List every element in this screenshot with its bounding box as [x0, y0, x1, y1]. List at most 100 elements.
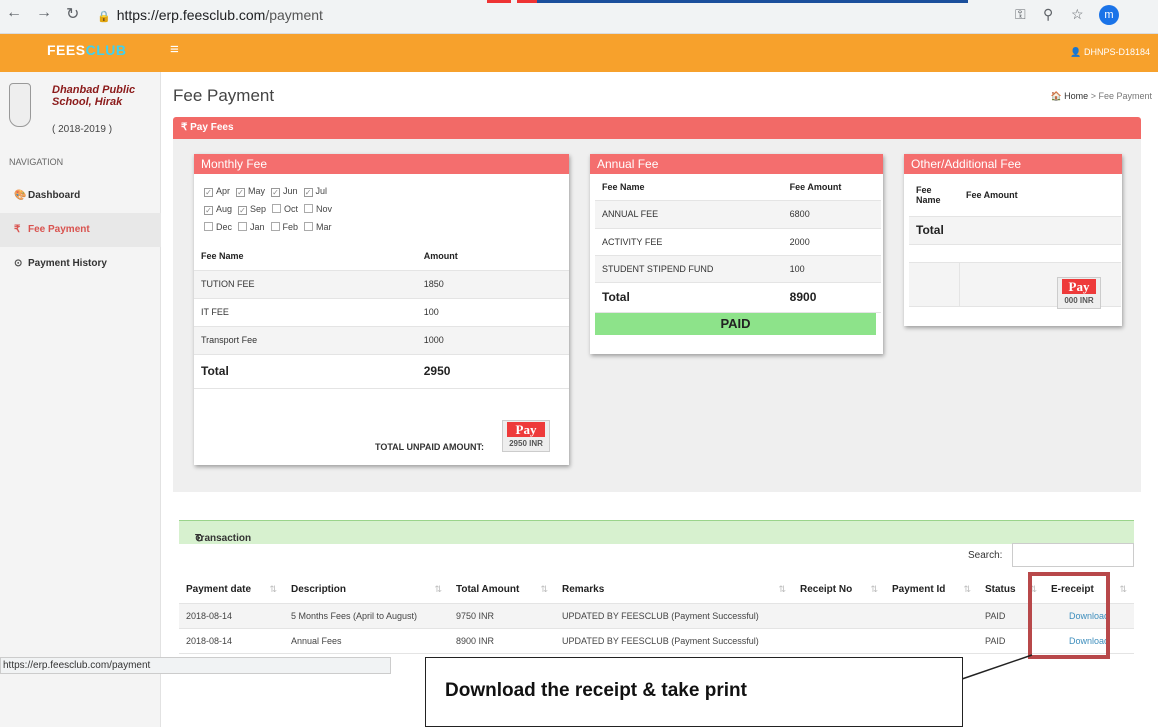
month-checkbox-jul[interactable]: ✓ Jul: [303, 182, 328, 200]
breadcrumb-home[interactable]: Home: [1064, 91, 1088, 101]
month-checkbox-apr[interactable]: ✓ Apr: [204, 182, 230, 200]
col-total-amount[interactable]: Total Amount ⇅: [449, 576, 555, 604]
school-crest-logo: [9, 83, 31, 127]
table-row: STUDENT STIPEND FUND 100: [595, 255, 881, 283]
month-label: Jan: [250, 222, 265, 232]
month-checkboxes: ✓ Apr ✓ May ✓ Jun ✓ Jul ✓ Aug ✓ Sep Oct Nov Dec Jan Feb M…: [194, 174, 569, 236]
checkbox-icon[interactable]: ✓: [236, 188, 246, 197]
home-icon: 🏠: [1050, 91, 1065, 101]
sort-icon[interactable]: ⇅: [434, 584, 442, 595]
sidebar-item-label: Fee Payment: [28, 224, 90, 235]
reload-icon[interactable]: ↻: [66, 4, 79, 24]
payment-id: [885, 603, 978, 629]
sort-icon[interactable]: ⇅: [778, 584, 786, 595]
month-label: Oct: [284, 204, 299, 214]
col-fee-name: Fee Name: [909, 174, 959, 217]
bookmark-star-icon[interactable]: ☆: [1071, 6, 1084, 23]
description: Annual Fees: [284, 628, 449, 654]
total-value: [959, 216, 1121, 245]
sort-icon[interactable]: ⇅: [1119, 584, 1127, 595]
payment-date: 2018-08-14: [179, 603, 284, 629]
menu-toggle-icon[interactable]: ≡: [170, 41, 179, 58]
fee-amount: 100: [782, 255, 881, 283]
checkbox-icon[interactable]: ✓: [271, 188, 281, 197]
col-remarks[interactable]: Remarks ⇅: [555, 576, 793, 604]
checkbox-icon[interactable]: ✓: [204, 188, 213, 197]
pay-fees-title: ₹ Pay Fees: [181, 122, 234, 133]
transaction-history-header: ⊙ Transaction History: [179, 520, 1134, 555]
month-checkbox-mar[interactable]: Mar: [304, 218, 332, 236]
school-name: Dhanbad Public School, Hirak: [52, 84, 136, 108]
session-year: ( 2018-2019 ): [52, 124, 113, 135]
annual-fee-title: Annual Fee: [590, 154, 883, 174]
month-checkbox-oct[interactable]: Oct: [272, 200, 298, 218]
month-checkbox-may[interactable]: ✓ May: [236, 182, 265, 200]
fee-amount: 100: [416, 298, 569, 327]
description: 5 Months Fees (April to August): [284, 603, 449, 629]
user-menu[interactable]: 👤 DHNPS-D18184: [1070, 47, 1150, 58]
remarks: UPDATED BY FEESCLUB (Payment Successful): [555, 603, 793, 629]
checkbox-icon[interactable]: [304, 204, 314, 213]
total-value: 8900: [782, 282, 881, 313]
sort-icon[interactable]: ⇅: [963, 584, 971, 595]
checkbox-icon[interactable]: ✓: [204, 206, 213, 215]
key-icon[interactable]: ⚿: [1015, 6, 1026, 23]
pay-label: Pay: [1062, 279, 1096, 294]
checkbox-icon[interactable]: [304, 222, 314, 231]
sidebar-item-payment-history[interactable]: ⊙ Payment History: [0, 247, 161, 281]
paid-status-badge: PAID: [595, 312, 876, 335]
month-checkbox-sep[interactable]: ✓ Sep: [238, 200, 266, 218]
fee-name: Transport Fee: [194, 326, 417, 355]
address-bar[interactable]: 🔒 https://erp.feesclub.com/payment: [97, 4, 997, 26]
zoom-icon[interactable]: ⚲: [1043, 6, 1053, 23]
checkbox-icon[interactable]: [238, 222, 248, 231]
month-checkbox-jun[interactable]: ✓ Jun: [271, 182, 298, 200]
month-label: Jul: [315, 186, 328, 196]
sidebar-item-fee-payment[interactable]: ₹ Fee Payment: [0, 213, 161, 247]
checkbox-icon[interactable]: ✓: [238, 206, 248, 215]
month-checkbox-dec[interactable]: Dec: [204, 218, 232, 236]
sidebar-item-dashboard[interactable]: 🎨 Dashboard: [0, 179, 161, 213]
table-row: ACTIVITY FEE 2000: [595, 228, 881, 256]
search-input[interactable]: [1012, 543, 1134, 567]
sidebar-item-label: Dashboard: [28, 190, 81, 201]
checkbox-icon[interactable]: [272, 204, 282, 213]
remarks: UPDATED BY FEESCLUB (Payment Successful): [555, 628, 793, 654]
col-payment-id[interactable]: Payment Id ⇅: [885, 576, 978, 604]
sort-icon[interactable]: ⇅: [269, 584, 277, 595]
checkbox-icon[interactable]: ✓: [303, 188, 313, 197]
browser-tab-strip: [537, 0, 968, 3]
total-label: Total: [909, 216, 959, 245]
col-label: Description: [291, 583, 347, 595]
receipt-no: [793, 603, 885, 629]
sort-icon[interactable]: ⇅: [540, 584, 548, 595]
sort-icon[interactable]: ⇅: [870, 584, 878, 595]
col-payment-date[interactable]: Payment date ⇅: [179, 576, 284, 604]
table-row: 2018-08-14 Annual Fees 8900 INR UPDATED …: [179, 628, 1134, 654]
profile-avatar[interactable]: m: [1099, 5, 1119, 25]
month-checkbox-nov[interactable]: Nov: [304, 200, 332, 218]
col-description[interactable]: Description ⇅: [284, 576, 449, 604]
user-id: DHNPS-D18184: [1083, 47, 1150, 57]
month-checkbox-feb[interactable]: Feb: [270, 218, 298, 236]
app-logo[interactable]: FEESCLUB: [47, 42, 126, 58]
month-checkbox-aug[interactable]: ✓ Aug: [204, 200, 232, 218]
annotation-callout: Download the receipt & take print: [425, 657, 963, 727]
back-icon[interactable]: ←: [6, 4, 22, 22]
checkbox-icon[interactable]: [270, 222, 280, 231]
pay-monthly-button[interactable]: Pay 2950 INR: [502, 420, 550, 452]
month-checkbox-jan[interactable]: Jan: [238, 218, 265, 236]
col-fee-amount: Fee Amount: [782, 174, 881, 201]
fee-amount: 1850: [416, 270, 569, 299]
receipt-no: [793, 628, 885, 654]
checkbox-icon[interactable]: [204, 222, 213, 231]
history-icon: ⊙: [14, 258, 23, 269]
monthly-fee-card: Monthly Fee ✓ Apr ✓ May ✓ Jun ✓ Jul ✓ Aug ✓ Sep Oct N…: [194, 154, 569, 465]
forward-icon[interactable]: →: [36, 4, 52, 22]
search-label: Search:: [968, 550, 1003, 561]
user-icon: 👤: [1070, 47, 1084, 57]
col-receipt-no[interactable]: Receipt No ⇅: [793, 576, 885, 604]
lock-icon: 🔒: [97, 11, 111, 23]
col-label: Receipt No: [800, 583, 853, 595]
pay-other-button[interactable]: Pay 000 INR: [1057, 277, 1101, 309]
